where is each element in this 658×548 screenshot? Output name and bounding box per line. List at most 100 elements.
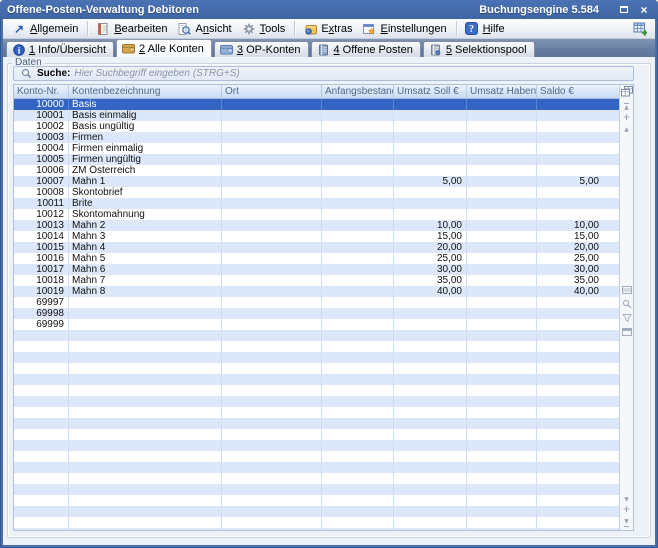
grid-row-10008[interactable]: 10008Skontobrief xyxy=(14,187,619,198)
menu-item-bearbeiten[interactable]: Bearbeiten xyxy=(92,21,173,36)
menu-item-einstellungen[interactable]: Einstellungen xyxy=(359,21,453,36)
grid-row-empty[interactable] xyxy=(14,396,619,407)
cell-name: Basis einmalig xyxy=(69,110,222,121)
grid-row-10014[interactable]: 10014Mahn 315,0015,00 xyxy=(14,231,619,242)
grid-row-10004[interactable]: 10004Firmen einmalig xyxy=(14,143,619,154)
tab-5-selektionspool[interactable]: 5 Selektionspool xyxy=(423,41,535,57)
column-header-name[interactable]: Kontenbezeichnung xyxy=(69,85,222,98)
menu-item-hilfe[interactable]: ?Hilfe xyxy=(461,21,511,36)
grid-row-10019[interactable]: 10019Mahn 840,0040,00 xyxy=(14,286,619,297)
grid-row-10006[interactable]: 10006ZM Österreich xyxy=(14,165,619,176)
cell-anfang xyxy=(322,297,394,308)
grid-row-empty[interactable] xyxy=(14,440,619,451)
grid-row-empty[interactable] xyxy=(14,385,619,396)
tab-3-op-konten[interactable]: 3 OP-Konten xyxy=(214,41,309,57)
column-header-konto[interactable]: Konto-Nr. xyxy=(14,85,69,98)
grid-row-empty[interactable] xyxy=(14,506,619,517)
grid-row-empty[interactable] xyxy=(14,363,619,374)
cell-haben xyxy=(467,528,537,530)
cell-haben xyxy=(467,121,537,132)
scroll-last-icon[interactable]: ▼ xyxy=(620,515,633,527)
menu-item-tools[interactable]: Tools xyxy=(238,21,292,36)
cell-haben xyxy=(467,275,537,286)
grid-row-10017[interactable]: 10017Mahn 630,0030,00 xyxy=(14,264,619,275)
grid-row-69999[interactable]: 69999 xyxy=(14,319,619,330)
cell-haben xyxy=(467,99,537,110)
column-chooser-icon[interactable] xyxy=(620,86,633,100)
search-bar[interactable]: Suche: xyxy=(13,66,634,81)
cell-saldo xyxy=(537,429,619,440)
menu-item-allgemein[interactable]: ↗Allgemein xyxy=(8,21,84,36)
cell-ort xyxy=(222,407,322,418)
grid-row-empty[interactable] xyxy=(14,451,619,462)
grid-row-empty[interactable] xyxy=(14,528,619,530)
grid-row-empty[interactable] xyxy=(14,374,619,385)
tab-1-info-bersicht[interactable]: i1 Info/Übersicht xyxy=(6,41,114,57)
grid-row-empty[interactable] xyxy=(14,418,619,429)
cell-haben xyxy=(467,462,537,473)
grid-row-69998[interactable]: 69998 xyxy=(14,308,619,319)
menu-item-ansicht[interactable]: Ansicht xyxy=(174,21,238,36)
cell-soll xyxy=(394,99,467,110)
grid-row-10012[interactable]: 10012Skontomahnung xyxy=(14,209,619,220)
row-search-icon[interactable] xyxy=(620,299,633,312)
cell-soll xyxy=(394,110,467,121)
cell-haben xyxy=(467,209,537,220)
accounts-grid: Konto-Nr.KontenbezeichnungOrtAnfangsbest… xyxy=(13,84,634,531)
column-header-soll[interactable]: Umsatz Soll € xyxy=(394,85,467,98)
grid-row-10002[interactable]: 10002Basis ungültig xyxy=(14,121,619,132)
cell-ort xyxy=(222,363,322,374)
grid-row-10005[interactable]: 10005Firmen ungültig xyxy=(14,154,619,165)
grid-row-10015[interactable]: 10015Mahn 420,0020,00 xyxy=(14,242,619,253)
grid-row-empty[interactable] xyxy=(14,341,619,352)
grid-row-empty[interactable] xyxy=(14,484,619,495)
grid-row-empty[interactable] xyxy=(14,429,619,440)
cell-soll xyxy=(394,121,467,132)
grid-row-10016[interactable]: 10016Mahn 525,0025,00 xyxy=(14,253,619,264)
grid-row-10011[interactable]: 10011Brite xyxy=(14,198,619,209)
cell-haben xyxy=(467,242,537,253)
grid-row-10000[interactable]: 10000Basis xyxy=(14,99,619,110)
grid-row-69997[interactable]: 69997 xyxy=(14,297,619,308)
cell-haben xyxy=(467,286,537,297)
grid-row-empty[interactable] xyxy=(14,517,619,528)
maximize-button[interactable] xyxy=(617,3,631,17)
column-header-anfang[interactable]: Anfangsbestand xyxy=(322,85,394,98)
cell-name: Basis ungültig xyxy=(69,121,222,132)
scroll-down-icon[interactable]: ▼ xyxy=(620,493,633,504)
grid-row-10001[interactable]: 10001Basis einmalig xyxy=(14,110,619,121)
column-header-saldo[interactable]: Saldo € xyxy=(537,85,619,98)
tab-2-alle-konten[interactable]: 2 Alle Konten xyxy=(116,39,212,57)
scroll-plus2-icon[interactable]: + xyxy=(620,504,633,515)
scroll-first-icon[interactable]: ▲ xyxy=(620,101,633,112)
cell-anfang xyxy=(322,121,394,132)
grid-row-empty[interactable] xyxy=(14,473,619,484)
column-header-ort[interactable]: Ort xyxy=(222,85,322,98)
menubar-right-button[interactable] xyxy=(633,22,650,35)
grid-row-empty[interactable] xyxy=(14,462,619,473)
cell-haben xyxy=(467,506,537,517)
scroll-plus-icon[interactable]: + xyxy=(620,112,633,123)
grid-row-empty[interactable] xyxy=(14,407,619,418)
column-header-haben[interactable]: Umsatz Haben € xyxy=(467,85,537,98)
cell-haben xyxy=(467,517,537,528)
auto-filter-icon[interactable] xyxy=(620,313,633,326)
cell-ort xyxy=(222,143,322,154)
grid-views-icon[interactable] xyxy=(620,285,633,298)
grid-row-empty[interactable] xyxy=(14,330,619,341)
close-button[interactable]: × xyxy=(637,3,651,17)
scroll-up-icon[interactable]: ▲ xyxy=(620,123,633,134)
grid-row-10013[interactable]: 10013Mahn 210,0010,00 xyxy=(14,220,619,231)
grid-row-10003[interactable]: 10003Firmen xyxy=(14,132,619,143)
cell-konto: 10005 xyxy=(14,154,69,165)
menu-item-extras[interactable]: Extras xyxy=(299,21,358,36)
grid-row-10007[interactable]: 10007Mahn 15,005,00 xyxy=(14,176,619,187)
fixed-row-icon[interactable] xyxy=(620,327,633,340)
cell-ort xyxy=(222,297,322,308)
grid-row-empty[interactable] xyxy=(14,352,619,363)
search-input[interactable] xyxy=(74,68,628,79)
grid-row-empty[interactable] xyxy=(14,495,619,506)
grid-row-10018[interactable]: 10018Mahn 735,0035,00 xyxy=(14,275,619,286)
tab-4-offene-posten[interactable]: 4 Offene Posten xyxy=(311,41,421,57)
cell-saldo xyxy=(537,187,619,198)
